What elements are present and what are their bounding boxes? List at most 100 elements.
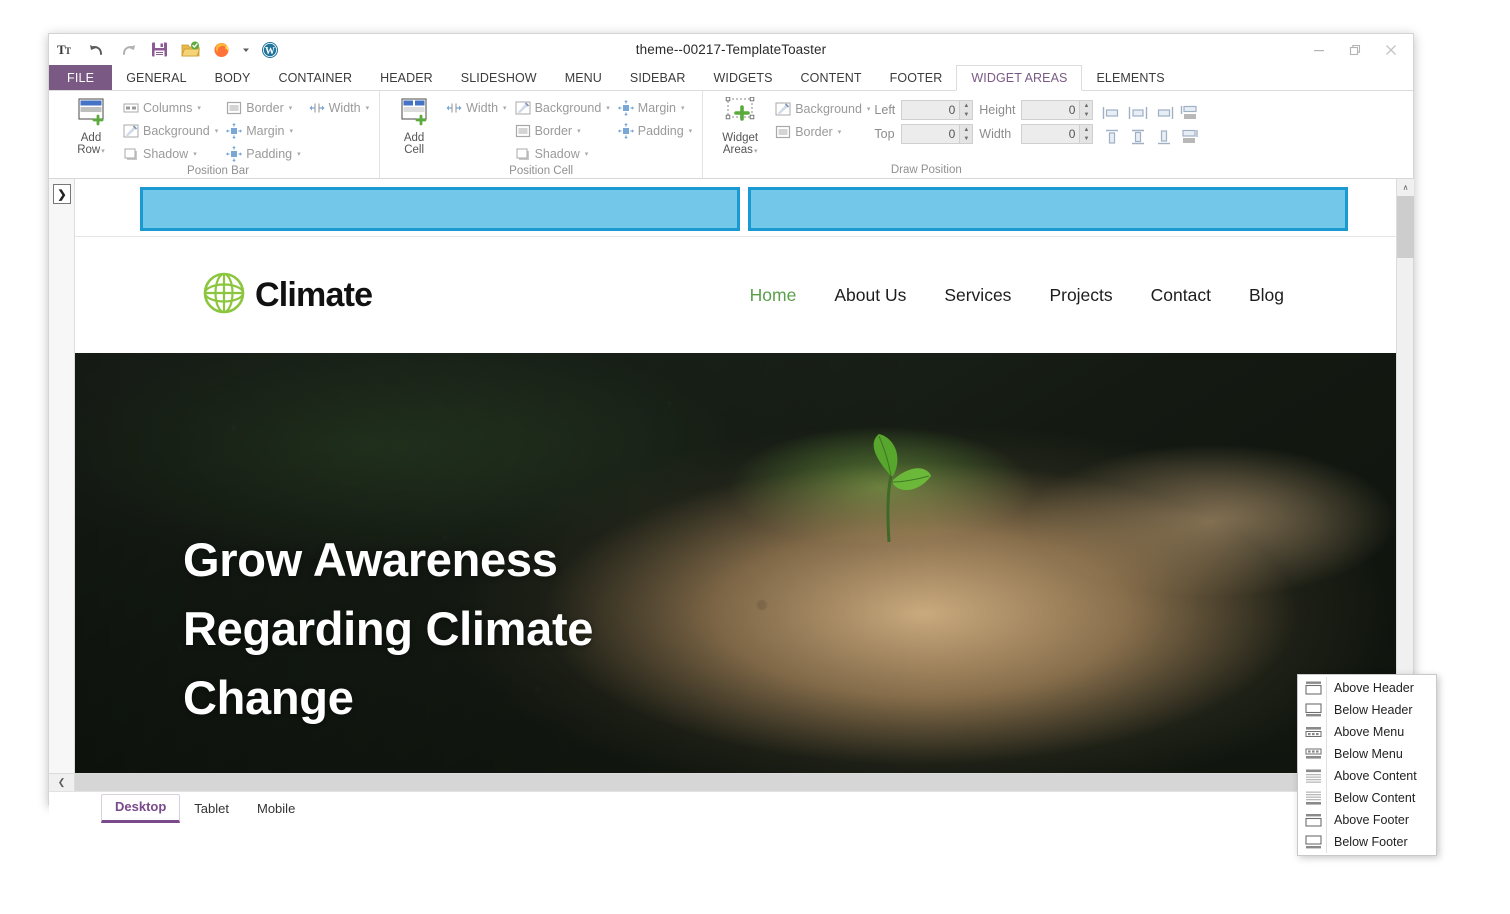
add-cell-button[interactable]: Add Cell bbox=[386, 95, 442, 156]
bar-padding-button[interactable]: Padding ▾ bbox=[222, 143, 304, 165]
align-right-icon[interactable] bbox=[1152, 102, 1176, 124]
align-top-icon[interactable] bbox=[1100, 126, 1124, 148]
nav-item-home[interactable]: Home bbox=[750, 285, 797, 306]
wordpress-icon[interactable]: W bbox=[259, 39, 281, 61]
tab-sidebar[interactable]: SIDEBAR bbox=[616, 65, 700, 91]
bar-border-button[interactable]: Border ▾ bbox=[222, 97, 304, 119]
device-tab-tablet[interactable]: Tablet bbox=[180, 796, 243, 823]
height-spinner[interactable]: ▲ ▼ bbox=[1021, 100, 1094, 120]
hero-slideshow[interactable]: Grow Awareness Regarding Climate Change bbox=[75, 353, 1396, 773]
restore-button[interactable] bbox=[1337, 37, 1373, 63]
height-spin-down[interactable]: ▼ bbox=[1080, 110, 1092, 119]
redo-icon[interactable] bbox=[117, 39, 139, 61]
tab-header[interactable]: HEADER bbox=[366, 65, 447, 91]
align-middle-icon[interactable] bbox=[1126, 126, 1150, 148]
left-spin-arrows[interactable]: ▲ ▼ bbox=[959, 101, 973, 119]
cell-width-button[interactable]: Width ▾ bbox=[442, 97, 510, 119]
expand-panel-button[interactable]: ❯ bbox=[53, 184, 71, 204]
top-spin-up[interactable]: ▲ bbox=[960, 125, 972, 134]
cell-border-button[interactable]: Border ▾ bbox=[511, 120, 614, 142]
cell-shadow-button[interactable]: Shadow ▾ bbox=[511, 143, 614, 165]
tab-widgets[interactable]: WIDGETS bbox=[700, 65, 787, 91]
cell-background-button[interactable]: Background ▾ bbox=[511, 97, 614, 119]
top-spin-arrows[interactable]: ▲ ▼ bbox=[959, 125, 973, 143]
top-spin-down[interactable]: ▼ bbox=[960, 134, 972, 143]
scroll-up-button[interactable]: ∧ bbox=[1397, 179, 1414, 196]
widget-area-right[interactable] bbox=[748, 187, 1348, 231]
tab-file[interactable]: FILE bbox=[49, 65, 113, 91]
text-tool-icon[interactable]: T T bbox=[55, 39, 77, 61]
left-spin-down[interactable]: ▼ bbox=[960, 110, 972, 119]
tab-container[interactable]: CONTAINER bbox=[264, 65, 366, 91]
tab-elements[interactable]: ELEMENTS bbox=[1082, 65, 1178, 91]
draw-border-button[interactable]: Border ▾ bbox=[771, 121, 874, 143]
firefox-preview-icon[interactable] bbox=[210, 39, 232, 61]
width-spin-up[interactable]: ▲ bbox=[1080, 125, 1092, 134]
cell-margin-button[interactable]: Margin ▾ bbox=[614, 97, 696, 119]
align-stretch-horizontal-icon[interactable] bbox=[1178, 102, 1202, 124]
tab-footer[interactable]: FOOTER bbox=[876, 65, 957, 91]
bar-background-button[interactable]: Background ▾ bbox=[119, 120, 222, 142]
menu-item-above-footer[interactable]: Above Footer bbox=[1298, 809, 1436, 831]
minimize-button[interactable] bbox=[1301, 37, 1337, 63]
left-input[interactable] bbox=[902, 101, 960, 119]
top-spinner[interactable]: ▲ ▼ bbox=[901, 124, 974, 144]
nav-item-blog[interactable]: Blog bbox=[1249, 285, 1284, 306]
tab-widget-areas[interactable]: WIDGET AREAS bbox=[956, 65, 1083, 91]
menu-item-below-menu[interactable]: Below Menu bbox=[1298, 743, 1436, 765]
widget-areas-button[interactable]: Widget Areas▾ bbox=[709, 95, 771, 158]
width-input[interactable] bbox=[1022, 125, 1080, 143]
nav-item-services[interactable]: Services bbox=[944, 285, 1011, 306]
undo-icon[interactable] bbox=[86, 39, 108, 61]
nav-item-contact[interactable]: Contact bbox=[1151, 285, 1211, 306]
bar-width-button[interactable]: Width ▾ bbox=[305, 97, 373, 119]
tab-content[interactable]: CONTENT bbox=[787, 65, 876, 91]
export-icon[interactable] bbox=[179, 39, 201, 61]
menu-item-below-header[interactable]: Below Header bbox=[1298, 699, 1436, 721]
nav-item-projects[interactable]: Projects bbox=[1049, 285, 1112, 306]
device-tab-desktop[interactable]: Desktop bbox=[101, 794, 181, 823]
left-spin-up[interactable]: ▲ bbox=[960, 101, 972, 110]
tab-slideshow[interactable]: SLIDESHOW bbox=[447, 65, 551, 91]
width-spinner[interactable]: ▲ ▼ bbox=[1021, 124, 1094, 144]
top-input[interactable] bbox=[902, 125, 960, 143]
tab-menu[interactable]: MENU bbox=[551, 65, 616, 91]
widget-area-left[interactable] bbox=[140, 187, 740, 231]
horizontal-scrollbar-track[interactable] bbox=[75, 774, 1413, 791]
cell-padding-button[interactable]: Padding ▾ bbox=[614, 120, 696, 142]
height-spin-arrows[interactable]: ▲ ▼ bbox=[1079, 101, 1093, 119]
save-icon[interactable] bbox=[148, 39, 170, 61]
scroll-left-button[interactable]: ❮ bbox=[49, 774, 75, 791]
tab-body[interactable]: BODY bbox=[201, 65, 265, 91]
align-bottom-icon[interactable] bbox=[1152, 126, 1176, 148]
nav-item-about-us[interactable]: About Us bbox=[834, 285, 906, 306]
site-logo[interactable]: Climate bbox=[201, 270, 373, 321]
vertical-scrollbar-thumb[interactable] bbox=[1397, 196, 1414, 258]
site-header: Climate Home About Us Services Projects … bbox=[75, 237, 1396, 353]
bar-shadow-button[interactable]: Shadow ▾ bbox=[119, 143, 222, 165]
tab-general[interactable]: GENERAL bbox=[112, 65, 200, 91]
device-tab-mobile[interactable]: Mobile bbox=[243, 796, 309, 823]
position-cell-column-3: Margin ▾ Padding ▾ bbox=[614, 95, 696, 142]
width-spin-arrows[interactable]: ▲ ▼ bbox=[1079, 125, 1093, 143]
menu-item-above-header[interactable]: Above Header bbox=[1298, 677, 1436, 699]
preview-dropdown-caret[interactable] bbox=[241, 39, 250, 61]
bar-margin-button[interactable]: Margin ▾ bbox=[222, 120, 304, 142]
width-spin-down[interactable]: ▼ bbox=[1080, 134, 1092, 143]
menu-item-above-menu[interactable]: Above Menu bbox=[1298, 721, 1436, 743]
close-button[interactable] bbox=[1373, 37, 1409, 63]
horizontal-scrollbar[interactable]: ❮ bbox=[49, 773, 1413, 791]
menu-item-below-footer-label: Below Footer bbox=[1334, 835, 1408, 849]
menu-item-above-content[interactable]: Above Content bbox=[1298, 765, 1436, 787]
add-row-button[interactable]: Add Row▾ bbox=[63, 95, 119, 158]
align-center-icon[interactable] bbox=[1126, 102, 1150, 124]
menu-item-below-content[interactable]: Below Content bbox=[1298, 787, 1436, 809]
align-left-icon[interactable] bbox=[1100, 102, 1124, 124]
height-input[interactable] bbox=[1022, 101, 1080, 119]
columns-button[interactable]: Columns ▾ bbox=[119, 97, 222, 119]
left-spinner[interactable]: ▲ ▼ bbox=[901, 100, 974, 120]
draw-background-button[interactable]: Background ▾ bbox=[771, 98, 874, 120]
align-stretch-vertical-icon[interactable] bbox=[1178, 126, 1202, 148]
height-spin-up[interactable]: ▲ bbox=[1080, 101, 1092, 110]
menu-item-below-footer[interactable]: Below Footer bbox=[1298, 831, 1436, 853]
